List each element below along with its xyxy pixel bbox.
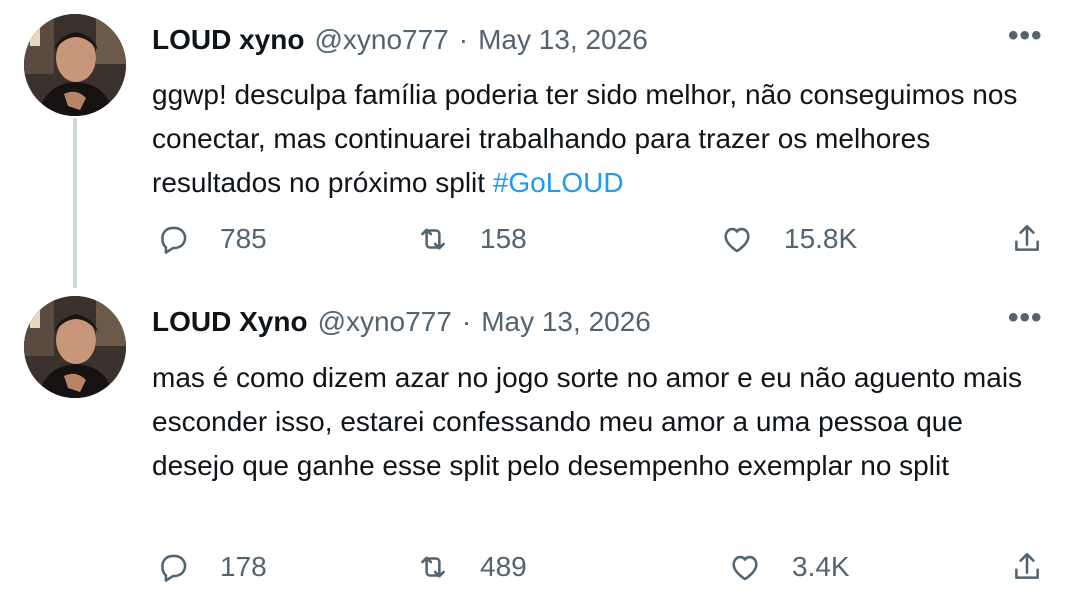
handle[interactable]: @xyno777 — [318, 306, 452, 338]
retweet-icon — [421, 556, 445, 578]
separator: · — [461, 306, 472, 337]
like-count: 15.8K — [784, 223, 858, 254]
display-name[interactable]: LOUD xyno — [152, 24, 304, 56]
reply-button[interactable]: 178 — [156, 550, 267, 584]
retweet-icon — [421, 228, 445, 250]
avatar-image — [24, 296, 126, 398]
tweet-actions: 178 489 3.4K — [0, 550, 1079, 594]
tweet-header: LOUD xyno @xyno777 · May 13, 2026 — [152, 24, 648, 56]
display-name[interactable]: LOUD Xyno — [152, 306, 308, 338]
share-icon — [1015, 552, 1039, 579]
tweet-actions: 785 158 15.8K — [0, 222, 1079, 266]
retweet-button[interactable]: 158 — [416, 222, 527, 256]
more-dots-icon[interactable]: ••• — [1008, 21, 1043, 51]
avatar-image — [24, 14, 126, 116]
more-dots-icon[interactable]: ••• — [1008, 303, 1043, 333]
timestamp[interactable]: May 13, 2026 — [478, 24, 648, 56]
reply-icon — [161, 554, 187, 582]
reply-icon — [161, 226, 187, 254]
timestamp[interactable]: May 13, 2026 — [481, 306, 651, 338]
avatar[interactable] — [24, 296, 126, 398]
retweet-count: 158 — [480, 223, 527, 254]
reply-button[interactable]: 785 — [156, 222, 267, 256]
like-count: 3.4K — [792, 551, 850, 582]
share-button[interactable] — [1010, 550, 1044, 584]
tweet-text: mas é como dizem azar no jogo sorte no a… — [152, 356, 1052, 488]
like-icon — [724, 227, 750, 253]
like-button[interactable]: 3.4K — [728, 550, 850, 584]
reply-count: 178 — [220, 551, 267, 582]
tweet-text: ggwp! desculpa família poderia ter sido … — [152, 73, 1052, 205]
separator: · — [458, 24, 469, 55]
avatar[interactable] — [24, 14, 126, 116]
like-icon — [732, 555, 758, 581]
tweet-body: mas é como dizem azar no jogo sorte no a… — [152, 362, 1023, 481]
share-button[interactable] — [1010, 222, 1044, 256]
retweet-button[interactable]: 489 — [416, 550, 527, 584]
reply-count: 785 — [220, 223, 267, 254]
hashtag-link[interactable]: #GoLOUD — [493, 167, 624, 198]
handle[interactable]: @xyno777 — [314, 24, 448, 56]
retweet-count: 489 — [480, 551, 527, 582]
share-icon — [1015, 224, 1039, 251]
like-button[interactable]: 15.8K — [720, 222, 857, 256]
tweet-header: LOUD Xyno @xyno777 · May 13, 2026 — [152, 306, 651, 338]
